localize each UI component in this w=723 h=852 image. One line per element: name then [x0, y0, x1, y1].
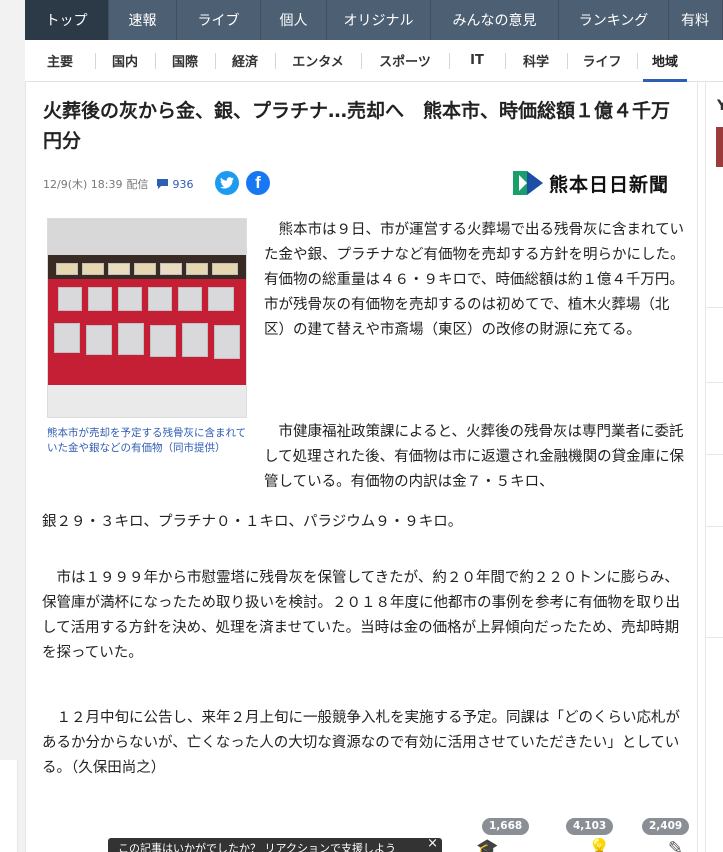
article-paragraph-1: 熊本市は９日、市が運営する火葬場で出る残骨灰に含まれていた金や銀、プラチナなど有…	[264, 222, 685, 338]
top-nav-item-ranking[interactable]: ランキング	[559, 0, 669, 40]
left-floating-panel	[0, 760, 18, 852]
photo-packet	[178, 287, 202, 311]
top-nav-item-live[interactable]: ライブ	[177, 0, 261, 40]
category-tab-main[interactable]: 主要	[25, 40, 95, 82]
photo-packet	[182, 323, 208, 357]
comment-bubble-icon	[157, 179, 169, 189]
category-tab-local[interactable]: 地域	[637, 40, 693, 82]
sidebar-thumbnail[interactable]	[716, 127, 723, 167]
publisher-name: 熊本日日新聞	[549, 173, 670, 196]
top-nav-item-personal[interactable]: 個人	[261, 0, 327, 40]
category-tab-science[interactable]: 科学	[505, 40, 567, 82]
photo-valuables-image	[48, 255, 246, 385]
twitter-share-button[interactable]	[215, 171, 239, 195]
twitter-icon	[220, 177, 234, 189]
photo-packet	[208, 287, 234, 311]
article-headline: 火葬後の灰から金、銀、プラチナ…売却へ 熊本市、時価総額１億４千万円分	[43, 100, 671, 152]
article-meta: 12/9(木) 18:39 配信 936	[43, 174, 193, 194]
reaction-learn-count: 1,668	[482, 818, 530, 835]
graduation-cap-icon: 🎓	[476, 838, 499, 852]
category-nav: 主要 国内 国際 経済 エンタメ スポーツ IT 科学 ライフ 地域	[25, 40, 723, 82]
reaction-prompt-toast[interactable]: この記事はいかがでしたか？ リアクションで支援しよう ×	[108, 838, 442, 852]
reaction-buttons: 1,668 🎓 4,103 💡 2,409 ✎	[468, 818, 700, 852]
facebook-share-button[interactable]: f	[246, 171, 270, 195]
article-datetime: 12/9(木) 18:39	[43, 178, 123, 191]
sidebar-divider	[706, 637, 723, 638]
article-card: 火葬後の灰から金、銀、プラチナ…売却へ 熊本市、時価総額１億４千万円分 12/9…	[25, 82, 698, 852]
photo-packet	[118, 323, 144, 355]
article-paragraph-2-continued: 銀２９・３キロ、プラチナ０・１キロ、パラジウム９・９キロ。	[42, 514, 463, 530]
close-icon[interactable]: ×	[427, 838, 438, 851]
category-tab-sports[interactable]: スポーツ	[361, 40, 449, 82]
photo-packet	[54, 323, 80, 353]
top-nav-item-original[interactable]: オリジナル	[327, 0, 431, 40]
publisher-mark-icon	[513, 171, 543, 195]
share-buttons: f	[215, 171, 270, 195]
sidebar-y-icon: Y	[717, 98, 723, 114]
reaction-think-count: 4,103	[566, 818, 614, 835]
category-tab-economy[interactable]: 経済	[215, 40, 275, 82]
photo-packet	[148, 287, 172, 311]
article-paragraph-4: １２月中旬に公告し、来年２月上旬に一般競争入札を実施する予定。同課は「どのくらい…	[42, 710, 680, 776]
pen-icon: ✎	[668, 838, 684, 852]
left-gutter	[0, 0, 25, 852]
comment-link[interactable]: 936	[156, 178, 193, 191]
photo-packet	[212, 263, 238, 275]
sidebar-divider	[706, 526, 723, 527]
top-nav: トップ 速報 ライブ 個人 オリジナル みんなの意見 ランキング 有料	[25, 0, 723, 40]
right-sidebar: Y	[705, 82, 723, 852]
photo-packet	[118, 287, 142, 311]
category-tab-entertainment[interactable]: エンタメ	[275, 40, 361, 82]
publisher-logo[interactable]: 熊本日日新聞	[513, 170, 685, 196]
article-paragraph-2: 市健康福祉政策課によると、火葬後の残骨灰は専門業者に委託して処理された後、有価物…	[264, 424, 685, 490]
category-tab-international[interactable]: 国際	[155, 40, 215, 82]
sidebar-divider	[706, 454, 723, 455]
photo-caption: 熊本市が売却を予定する残骨灰に含まれていた金や銀などの有価物（同市提供）	[47, 427, 247, 454]
sidebar-divider	[706, 307, 723, 308]
category-tab-domestic[interactable]: 国内	[95, 40, 155, 82]
toast-text: この記事はいかがでしたか？ リアクションで支援しよう	[118, 842, 396, 852]
top-nav-item-breaking[interactable]: 速報	[109, 0, 177, 40]
photo-packet	[108, 263, 130, 275]
category-tab-life[interactable]: ライフ	[567, 40, 637, 82]
article-paragraph-3: 市は１９９９年から市慰霊塔に残骨灰を保管してきたが、約２０年間で約２２０トンに膨…	[42, 570, 680, 661]
photo-packet	[160, 263, 182, 275]
sidebar-divider	[706, 382, 723, 383]
photo-packet	[134, 263, 156, 275]
photo-packet	[150, 325, 176, 357]
photo-packet	[82, 263, 104, 275]
photo-background	[48, 219, 246, 255]
photo-packet	[88, 287, 112, 311]
reaction-understand-count: 2,409	[642, 818, 690, 835]
facebook-icon: f	[255, 173, 261, 192]
top-nav-item-opinions[interactable]: みんなの意見	[431, 0, 559, 40]
comment-count: 936	[172, 177, 194, 191]
photo-packet	[214, 325, 240, 359]
photo-packet	[56, 263, 78, 275]
photo-packet	[86, 325, 112, 355]
delivery-label: 配信	[126, 178, 149, 191]
top-nav-item-top[interactable]: トップ	[25, 0, 109, 40]
top-nav-item-paid[interactable]: 有料	[669, 0, 723, 40]
category-tab-it[interactable]: IT	[449, 40, 505, 82]
lightbulb-icon: 💡	[588, 838, 611, 852]
article-photo[interactable]	[47, 218, 247, 418]
photo-packet	[58, 287, 82, 311]
photo-packet	[186, 263, 208, 275]
